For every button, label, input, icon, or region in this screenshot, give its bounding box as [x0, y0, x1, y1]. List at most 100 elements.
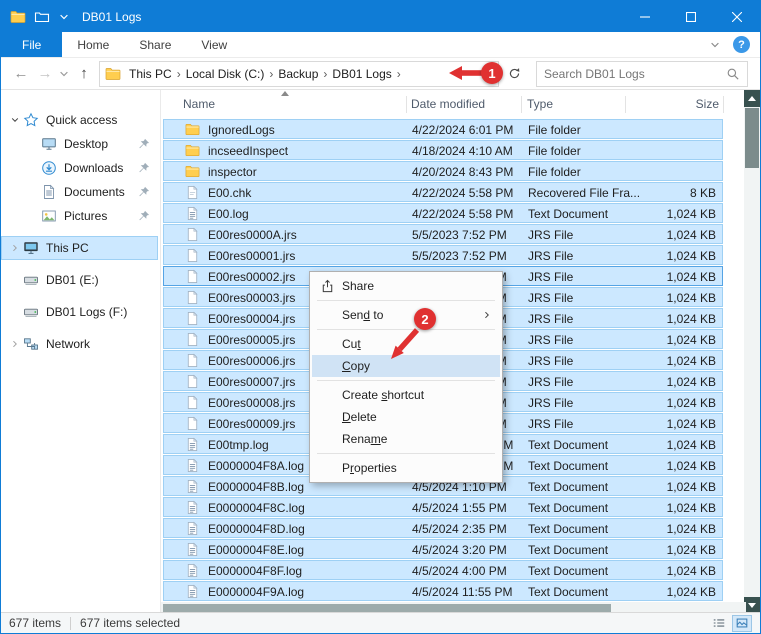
- file-row[interactable]: IgnoredLogs4/22/2024 6:01 PMFile folder: [163, 119, 723, 139]
- breadcrumb-segment[interactable]: This PC: [126, 67, 175, 81]
- file-size: 8 KB: [616, 186, 716, 200]
- network-icon: [23, 336, 39, 352]
- search-icon[interactable]: [726, 67, 740, 81]
- sidebar-item-db01-e[interactable]: DB01 (E:): [1, 268, 160, 292]
- tab-file[interactable]: File: [1, 32, 62, 57]
- menu-item-share[interactable]: Share: [312, 275, 500, 297]
- sidebar-item-label: Pictures: [64, 209, 107, 223]
- breadcrumb-segment[interactable]: Backup: [275, 67, 321, 81]
- breadcrumb-segment[interactable]: Local Disk (C:): [183, 67, 268, 81]
- sidebar-item-label: Documents: [64, 185, 125, 199]
- file-date-modified: 5/5/2023 7:52 PM: [412, 249, 507, 263]
- address-bar[interactable]: This PC›Local Disk (C:)›Backup›DB01 Logs…: [99, 61, 499, 87]
- horizontal-scroll-thumb[interactable]: [163, 604, 611, 612]
- column-header-name[interactable]: Name: [183, 97, 215, 111]
- breadcrumb-separator-icon[interactable]: ›: [395, 67, 403, 81]
- log-icon: [185, 584, 200, 599]
- quick-access-toolbar: [1, 9, 70, 25]
- sidebar-item-documents[interactable]: Documents: [1, 180, 160, 204]
- jrs-icon: [185, 353, 200, 368]
- file-name: inspector: [208, 165, 257, 179]
- file-date-modified: 4/5/2024 3:20 PM: [412, 543, 507, 557]
- file-row[interactable]: E0000004F8F.log4/5/2024 4:00 PMText Docu…: [163, 560, 723, 580]
- menu-item-properties[interactable]: Properties: [312, 457, 500, 479]
- column-header-size[interactable]: Size: [696, 97, 719, 111]
- jrs-icon: [185, 374, 200, 389]
- file-name: E0000004F8E.log: [208, 543, 304, 557]
- column-header-type[interactable]: Type: [527, 97, 553, 111]
- up-button[interactable]: ↑: [73, 65, 95, 82]
- log-icon: [185, 500, 200, 515]
- ribbon-tabs: FileHomeShareView: [1, 32, 242, 57]
- file-size: 1,024 KB: [616, 522, 716, 536]
- file-name: E00res00008.jrs: [208, 396, 295, 410]
- breadcrumb-segment[interactable]: DB01 Logs: [329, 67, 394, 81]
- sidebar-item-this-pc[interactable]: This PC: [1, 236, 158, 260]
- chevron-down-icon[interactable]: [7, 112, 23, 128]
- file-date-modified: 4/20/2024 8:43 PM: [412, 165, 513, 179]
- file-date-modified: 4/22/2024 6:01 PM: [412, 123, 513, 137]
- qat-folder-icon[interactable]: [34, 9, 50, 25]
- sidebar-item-quick-access[interactable]: Quick access: [1, 108, 160, 132]
- file-name: E00res00002.jrs: [208, 270, 295, 284]
- tab-share[interactable]: Share: [124, 32, 186, 57]
- forward-button[interactable]: →: [33, 65, 57, 82]
- breadcrumb-separator-icon[interactable]: ›: [175, 67, 183, 81]
- file-row[interactable]: E0000004F8E.log4/5/2024 3:20 PMText Docu…: [163, 539, 723, 559]
- file-explorer-window: DB01 Logs FileHomeShareView ? ← → ↑ This…: [0, 0, 761, 634]
- jrs-icon: [185, 416, 200, 431]
- file-row[interactable]: E00res0000A.jrs5/5/2023 7:52 PMJRS File1…: [163, 224, 723, 244]
- back-button[interactable]: ←: [9, 65, 33, 82]
- file-row[interactable]: E00res00001.jrs5/5/2023 7:52 PMJRS File1…: [163, 245, 723, 265]
- vertical-scrollbar[interactable]: [744, 90, 760, 614]
- desktop-icon: [41, 136, 57, 152]
- drive-icon: [23, 272, 39, 288]
- sidebar-item-network[interactable]: Network: [1, 332, 160, 356]
- sidebar-item-desktop[interactable]: Desktop: [1, 132, 160, 156]
- file-row[interactable]: E00.chk4/22/2024 5:58 PMRecovered File F…: [163, 182, 723, 202]
- file-date-modified: 4/5/2024 2:35 PM: [412, 522, 507, 536]
- file-name: E0000004F8B.log: [208, 480, 304, 494]
- tab-view[interactable]: View: [186, 32, 242, 57]
- file-row[interactable]: incseedInspect4/18/2024 4:10 AMFile fold…: [163, 140, 723, 160]
- maximize-button[interactable]: [668, 1, 714, 32]
- file-row[interactable]: inspector4/20/2024 8:43 PMFile folder: [163, 161, 723, 181]
- file-name: E0000004F8A.log: [208, 459, 304, 473]
- minimize-button[interactable]: [622, 1, 668, 32]
- file-row[interactable]: E0000004F9A.log4/5/2024 11:55 PMText Doc…: [163, 581, 723, 601]
- help-button[interactable]: ?: [733, 36, 750, 53]
- chevron-right-icon[interactable]: [7, 336, 23, 352]
- details-view-button[interactable]: [709, 615, 729, 632]
- menu-item-delete[interactable]: Delete: [312, 406, 500, 428]
- file-size: 1,024 KB: [616, 270, 716, 284]
- tab-home[interactable]: Home: [62, 32, 124, 57]
- menu-item-rename[interactable]: Rename: [312, 428, 500, 450]
- file-row[interactable]: E0000004F8C.log4/5/2024 1:55 PMText Docu…: [163, 497, 723, 517]
- chevron-right-icon[interactable]: [7, 240, 23, 256]
- log-icon: [185, 479, 200, 494]
- file-row[interactable]: E0000004F8D.log4/5/2024 2:35 PMText Docu…: [163, 518, 723, 538]
- log-icon: [185, 206, 200, 221]
- sidebar-item-downloads[interactable]: Downloads: [1, 156, 160, 180]
- vertical-scroll-thumb[interactable]: [745, 108, 759, 168]
- search-input[interactable]: [544, 67, 726, 81]
- file-size: 1,024 KB: [616, 417, 716, 431]
- scroll-up-button[interactable]: [744, 90, 760, 107]
- jrs-icon: [185, 395, 200, 410]
- file-row[interactable]: E00.log4/22/2024 5:58 PMText Document1,0…: [163, 203, 723, 223]
- file-size: 1,024 KB: [616, 438, 716, 452]
- file-name: E00res00003.jrs: [208, 291, 295, 305]
- ribbon-expand-icon[interactable]: [709, 39, 721, 51]
- qat-dropdown-icon[interactable]: [58, 11, 70, 23]
- column-header-date-modified[interactable]: Date modified: [411, 97, 485, 111]
- pin-icon: [137, 137, 151, 151]
- thumbnails-view-button[interactable]: [732, 615, 752, 632]
- sidebar-item-db01-logs-f[interactable]: DB01 Logs (F:): [1, 300, 160, 324]
- breadcrumb-separator-icon[interactable]: ›: [321, 67, 329, 81]
- column-headers: Name Date modified Type Size: [161, 90, 746, 119]
- history-dropdown-icon[interactable]: [57, 68, 71, 80]
- close-button[interactable]: [714, 1, 760, 32]
- breadcrumb-separator-icon[interactable]: ›: [267, 67, 275, 81]
- menu-item-create-shortcut[interactable]: Create shortcut: [312, 384, 500, 406]
- sidebar-item-pictures[interactable]: Pictures: [1, 204, 160, 228]
